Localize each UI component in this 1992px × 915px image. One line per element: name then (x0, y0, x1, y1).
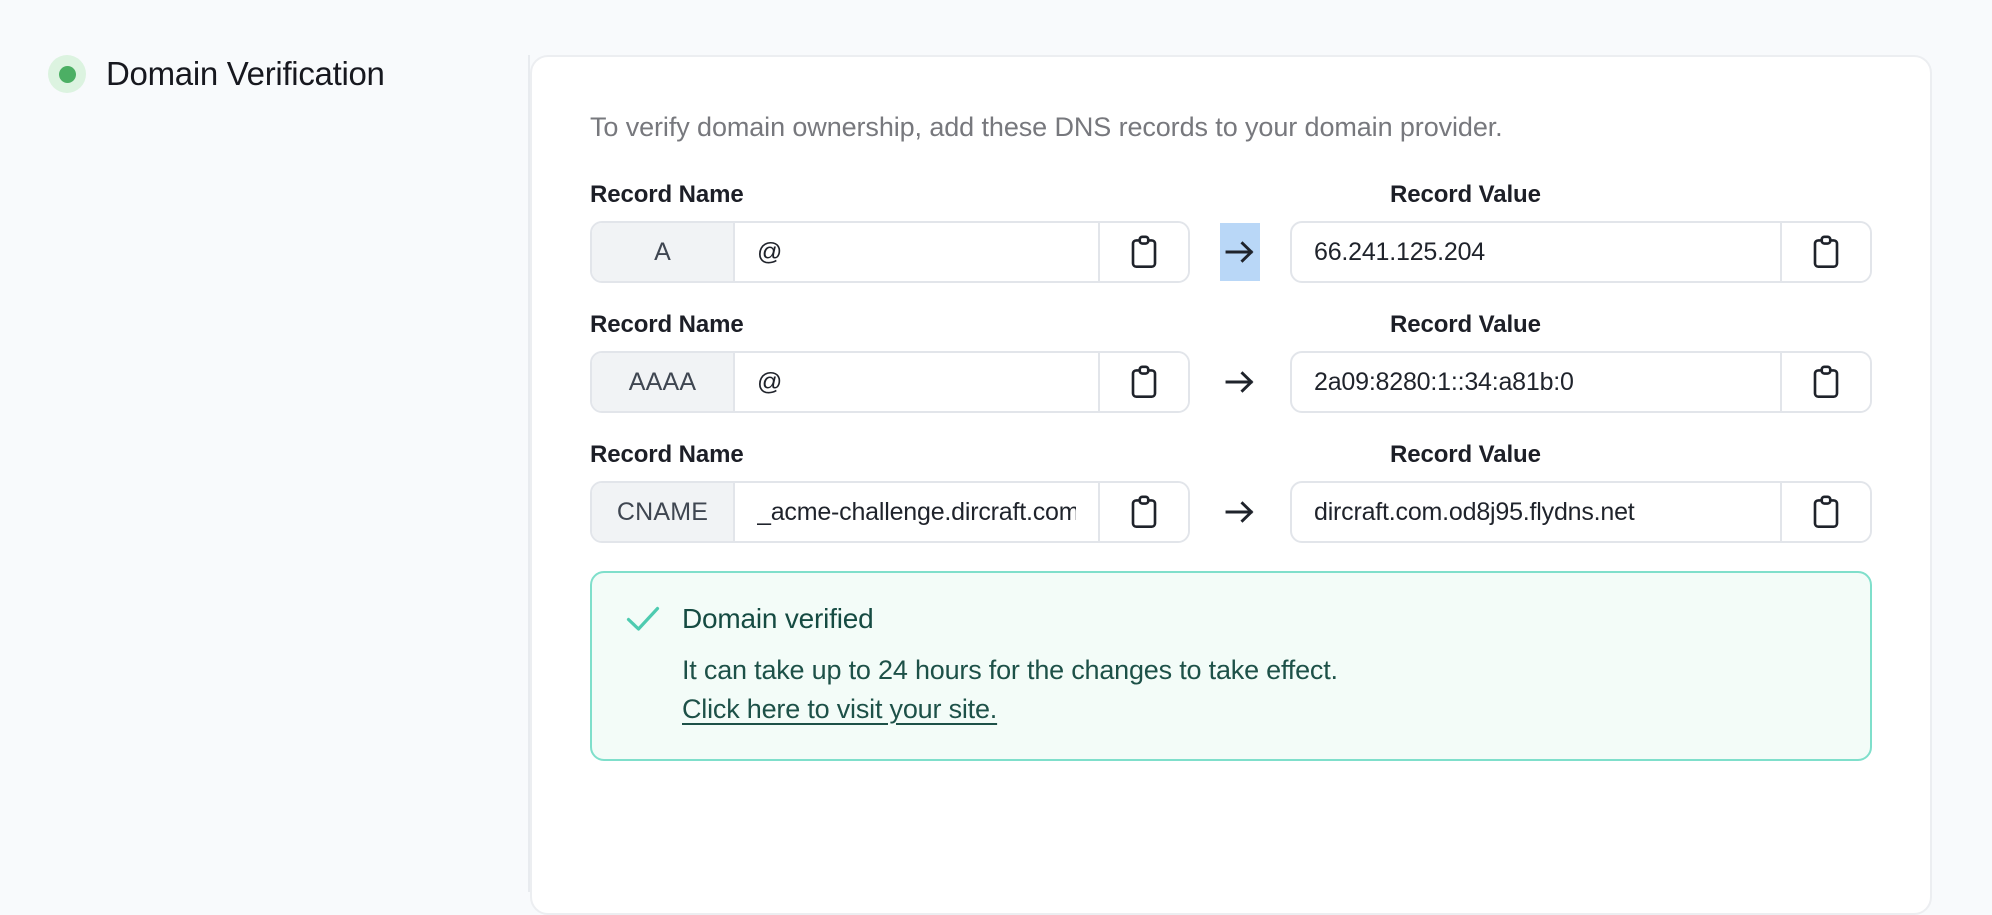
arrow-right-glyph (1225, 241, 1254, 263)
dns-records-card: To verify domain ownership, add these DN… (530, 55, 1932, 915)
record-value-group: 66.241.125.204 (1290, 221, 1872, 283)
record-labels: Record Name Record Value (590, 181, 1872, 209)
copy-record-name-button[interactable] (1098, 223, 1188, 281)
record-value-label: Record Value (1390, 311, 1541, 338)
record-value-group: 2a09:8280:1::34:a81b:0 (1290, 351, 1872, 413)
clipboard-icon (1813, 365, 1839, 398)
record-name-label: Record Name (590, 181, 744, 208)
card-container: To verify domain ownership, add these DN… (530, 0, 1992, 915)
copy-record-name-button[interactable] (1098, 483, 1188, 541)
record-type-chip: CNAME (592, 483, 735, 541)
record-type-chip: A (592, 223, 735, 281)
page-title: Domain Verification (106, 55, 385, 92)
banner-body: It can take up to 24 hours for the chang… (626, 655, 1836, 725)
check-icon (626, 605, 660, 633)
section-header-column: Domain Verification (0, 0, 530, 892)
copy-record-value-button[interactable] (1780, 353, 1870, 411)
record-name-value: _acme-challenge.dircraft.com (757, 497, 1076, 526)
card-intro-text: To verify domain ownership, add these DN… (590, 112, 1503, 142)
record-name-input[interactable]: @ (735, 223, 1098, 281)
clipboard-icon (1131, 365, 1157, 398)
record-name-group: AAAA @ (590, 351, 1190, 413)
record-value-label: Record Value (1390, 181, 1541, 208)
record-name-label: Record Name (590, 311, 744, 338)
copy-record-value-button[interactable] (1780, 483, 1870, 541)
arrow-right-icon (1223, 353, 1257, 411)
record-name-value: @ (757, 367, 783, 396)
arrow-right-icon (1223, 483, 1257, 541)
record-value-input[interactable]: 2a09:8280:1::34:a81b:0 (1292, 353, 1780, 411)
record-value-text: 66.241.125.204 (1314, 237, 1485, 266)
copy-record-name-button[interactable] (1098, 353, 1188, 411)
status-dot-verified-icon (48, 55, 86, 93)
dns-record-row-a: Record Name Record Value A @ 66.241.125.… (590, 181, 1872, 283)
banner-header: Domain verified (626, 603, 1836, 635)
record-name-group: A @ (590, 221, 1190, 283)
record-name-group: CNAME _acme-challenge.dircraft.com (590, 481, 1190, 543)
clipboard-icon (1131, 235, 1157, 268)
copy-record-value-button[interactable] (1780, 223, 1870, 281)
record-name-value: @ (757, 237, 783, 266)
record-name-input[interactable]: _acme-challenge.dircraft.com (735, 483, 1098, 541)
record-value-text: dircraft.com.od8j95.flydns.net (1314, 497, 1635, 526)
record-value-input[interactable]: 66.241.125.204 (1292, 223, 1780, 281)
banner-message: It can take up to 24 hours for the chang… (682, 655, 1338, 685)
clipboard-icon (1813, 495, 1839, 528)
record-name-label: Record Name (590, 441, 744, 468)
visit-site-link[interactable]: Click here to visit your site. (682, 694, 997, 725)
record-name-input[interactable]: @ (735, 353, 1098, 411)
record-labels: Record Name Record Value (590, 311, 1872, 339)
dns-record-row-aaaa: Record Name Record Value AAAA @ 2a09:828… (590, 311, 1872, 413)
dns-record-row-cname: Record Name Record Value CNAME _acme-cha… (590, 441, 1872, 543)
record-value-text: 2a09:8280:1::34:a81b:0 (1314, 367, 1574, 396)
arrow-right-glyph (1225, 371, 1254, 393)
domain-verified-banner: Domain verified It can take up to 24 hou… (590, 571, 1872, 761)
record-arrow-cell (1190, 351, 1290, 413)
section-heading: Domain Verification (48, 55, 530, 93)
record-row: AAAA @ 2a09:8280:1::34:a81b:0 (590, 351, 1872, 413)
check-glyph (626, 606, 660, 631)
record-value-label: Record Value (1390, 441, 1541, 468)
record-value-group: dircraft.com.od8j95.flydns.net (1290, 481, 1872, 543)
record-type-chip: AAAA (592, 353, 735, 411)
record-value-input[interactable]: dircraft.com.od8j95.flydns.net (1292, 483, 1780, 541)
arrow-right-glyph (1225, 501, 1254, 523)
record-row: CNAME _acme-challenge.dircraft.com dircr… (590, 481, 1872, 543)
clipboard-icon (1131, 495, 1157, 528)
banner-title: Domain verified (682, 603, 874, 634)
record-row: A @ 66.241.125.204 (590, 221, 1872, 283)
status-dot-core (58, 65, 76, 83)
record-labels: Record Name Record Value (590, 441, 1872, 469)
clipboard-icon (1813, 235, 1839, 268)
domain-verification-page: Domain Verification To verify domain own… (0, 0, 1992, 915)
record-arrow-cell (1190, 221, 1290, 283)
arrow-right-icon (1220, 223, 1260, 281)
record-arrow-cell (1190, 481, 1290, 543)
